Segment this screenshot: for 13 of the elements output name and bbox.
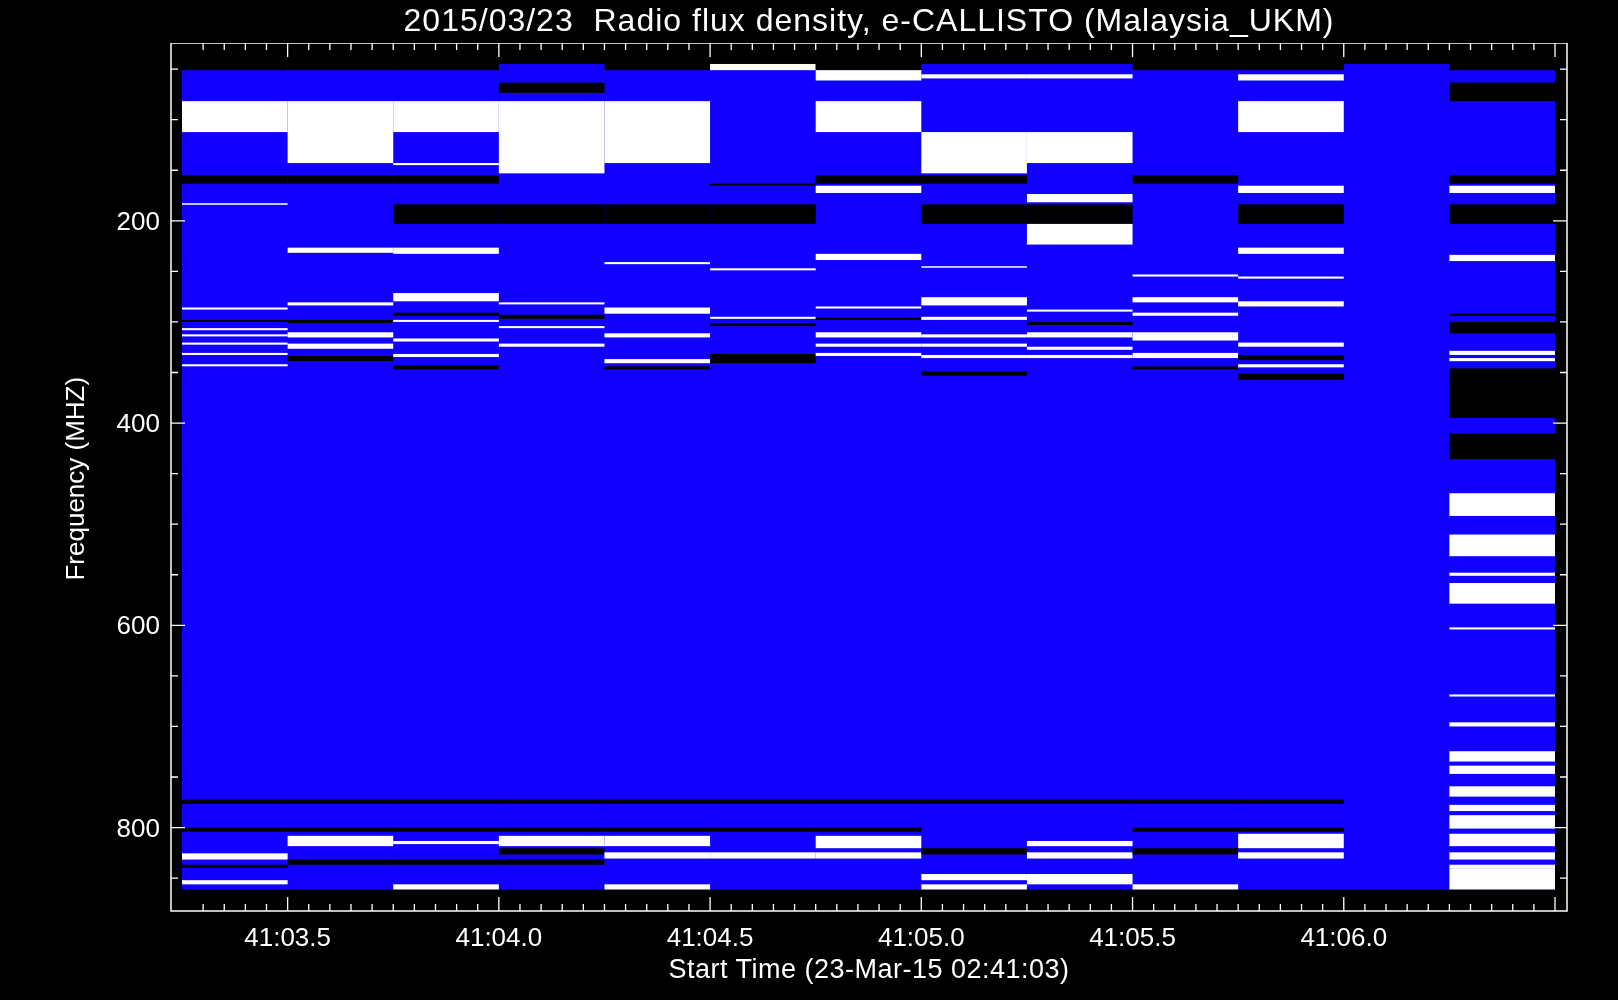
tick-label: 200	[116, 205, 160, 236]
tick-label: 41:03.5	[244, 922, 331, 952]
tick-label: 41:06.0	[1300, 922, 1388, 952]
tick-label: 400	[116, 408, 160, 439]
tick-label: 41:05.0	[877, 922, 965, 952]
tick-label: 41:04.0	[455, 922, 543, 952]
tick-label: 600	[116, 610, 160, 641]
axis-title: Frequency (MHZ)	[60, 376, 90, 581]
chart-title: 2015/03/23 Radio flux density, e-CALLISTO (Malaysia_UKM)	[403, 1, 1335, 40]
axis-title: Start Time (23-Mar-15 02:41:03)	[668, 953, 1070, 985]
tick-label: 41:04.5	[666, 922, 754, 952]
tick-label: 800	[116, 812, 160, 843]
tick-label: 41:05.5	[1089, 922, 1176, 952]
